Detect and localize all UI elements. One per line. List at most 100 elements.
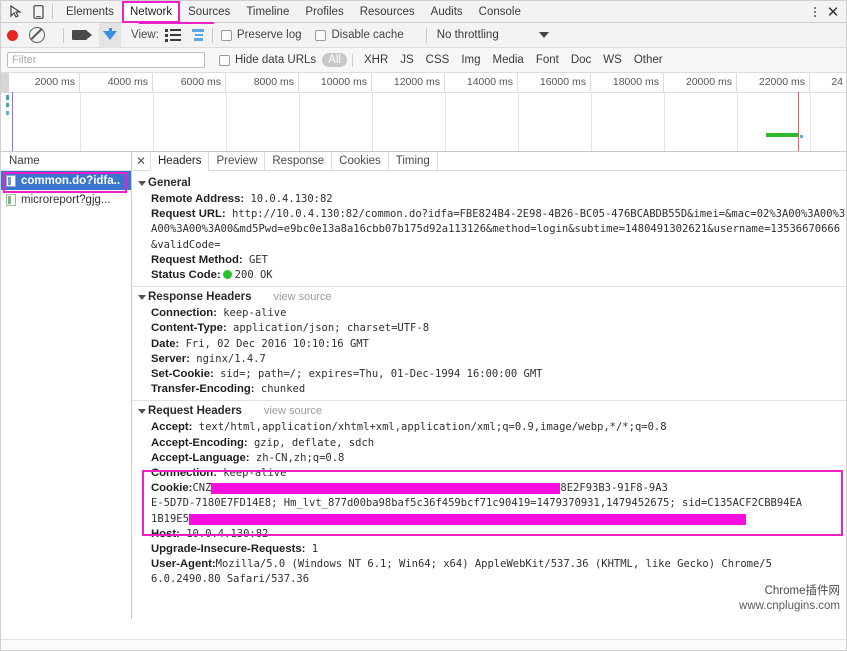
chevron-down-icon[interactable] [538,32,549,38]
device-toolbar-icon[interactable] [27,2,49,22]
row-accept-language: Accept-Language: zh-CN,zh;q=0.8 [132,451,846,466]
tab-timing[interactable]: Timing [389,152,438,171]
overview-request-bar [6,111,9,115]
tab-headers[interactable]: Headers [151,152,210,171]
more-options-icon[interactable] [808,4,822,20]
clear-button[interactable] [29,27,45,43]
disable-cache-label: Disable cache [331,29,404,41]
network-overview[interactable]: 2000 ms 4000 ms 6000 ms 8000 ms 10000 ms… [1,73,846,152]
row-user-agent: User-Agent:Mozilla/5.0 (Windows NT 6.1; … [132,557,846,587]
horizontal-scrollbar[interactable] [1,639,846,650]
header-value: chunked [260,383,306,396]
tab-preview[interactable]: Preview [209,152,266,171]
header-value: zh-CN,zh;q=0.8 [255,451,345,464]
overview-request-bar [800,135,803,138]
filter-type-all[interactable]: All [322,53,347,67]
value-request-url[interactable]: http://10.0.4.130:82/common.do?idfa=FBE8… [151,208,845,250]
tab-timeline[interactable]: Timeline [238,1,297,22]
ruler-tick-label: 20000 ms [685,76,732,88]
filter-type-media[interactable]: Media [487,53,530,67]
tab-sources[interactable]: Sources [180,1,238,22]
tab-cookies[interactable]: Cookies [332,152,389,171]
row-accept-encoding: Accept-Encoding: gzip, deflate, sdch [132,436,846,451]
header-key: Transfer-Encoding: [151,383,255,396]
filter-type-other[interactable]: Other [628,53,669,67]
disable-cache-checkbox[interactable]: Disable cache [315,29,404,41]
filter-type-ws[interactable]: WS [597,53,628,67]
section-response-headers[interactable]: Response Headers view source [132,289,846,306]
tab-label: Timeline [246,5,290,18]
devtools-tabbar: Elements Network Sources Timeline Profil… [1,1,846,23]
filter-button[interactable] [99,22,121,48]
request-detail-pane: ✕ Headers Preview Response Cookies Timin… [132,152,846,619]
watermark-line2: www.cnplugins.com [739,600,840,612]
record-button[interactable] [7,29,18,41]
value-request-method: GET [248,253,268,266]
filter-type-img[interactable]: Img [455,53,486,67]
filter-type-font[interactable]: Font [530,53,565,67]
capture-screenshots-icon[interactable] [72,30,92,40]
throttling-select[interactable]: No throttling [437,29,499,41]
ruler-tick-label: 12000 ms [393,76,440,88]
row-host: Host: 10.0.4.130:82 [132,527,846,542]
view-label: View: [131,29,159,41]
value-status-code: 200 OK [234,269,273,282]
header-value: keep-alive [223,307,287,320]
tab-elements[interactable]: Elements [58,1,122,22]
request-row-common-do[interactable]: common.do?idfa.. [1,171,131,190]
overview-gridline [664,92,665,151]
view-source-link[interactable]: view source [264,404,322,419]
header-key: User-Agent: [151,558,216,571]
chevron-down-icon [138,181,146,186]
toolbar-divider-3 [425,27,427,43]
overview-gridline [518,92,519,151]
waterfall-view-icon[interactable] [191,29,204,41]
tab-response[interactable]: Response [265,152,333,171]
close-detail-icon[interactable]: ✕ [132,152,151,171]
filter-type-js[interactable]: JS [394,53,419,67]
section-general[interactable]: General [132,175,846,192]
key-request-url: Request URL: [151,208,226,221]
filter-type-doc[interactable]: Doc [565,53,597,67]
preserve-log-checkbox[interactable]: Preserve log [220,29,301,41]
view-source-link[interactable]: view source [274,290,332,305]
request-row-microreport[interactable]: microreport?gjg... [1,190,131,209]
list-view-icon[interactable] [164,28,181,42]
ruler-tick-label: 4000 ms [107,76,148,88]
tab-audits[interactable]: Audits [423,1,471,22]
tab-profiles[interactable]: Profiles [297,1,351,22]
checkbox-box [315,29,327,41]
tab-label: Audits [430,5,463,18]
filter-type-xhr[interactable]: XHR [358,53,394,67]
network-main: Name common.do?idfa.. microreport?gjg...… [1,152,846,619]
dom-content-loaded-marker [12,92,14,151]
tab-resources[interactable]: Resources [352,1,423,22]
row-cookie: Cookie:CNZ 8E2F93B3-91F8-9A3 E-5D7D-7180E… [132,481,846,527]
section-title: General [148,176,191,189]
key-status-code: Status Code: [151,269,221,282]
header-key: Cookie: [151,482,193,495]
hide-data-urls-checkbox[interactable]: Hide data URLs [219,54,316,66]
tab-network[interactable]: Network [121,1,181,23]
overview-request-bar [6,103,9,107]
ruler-tick-label: 14000 ms [466,76,513,88]
ruler-tick-label: 10000 ms [320,76,367,88]
overview-gridline [445,92,446,151]
overview-gridline [226,92,227,151]
overview-gridline [80,92,81,151]
header-key: Set-Cookie: [151,368,214,381]
tab-label: Sources [188,5,231,18]
ruler-tick-label: 18000 ms [612,76,659,88]
ruler-tick-label: 2000 ms [34,76,75,88]
ruler-tick-label: 22000 ms [758,76,805,88]
inspect-element-icon[interactable] [5,2,27,22]
panel-tabs: Elements Network Sources Timeline Profil… [58,1,529,23]
row-remote-address: Remote Address: 10.0.4.130:82 [132,192,846,207]
row-status-code: Status Code: 200 OK [132,268,846,283]
section-request-headers[interactable]: Request Headers view source [132,403,846,420]
close-icon[interactable]: ✕ [824,3,842,21]
tab-console[interactable]: Console [471,1,529,22]
funnel-icon [103,27,117,40]
filter-type-css[interactable]: CSS [420,53,456,67]
filter-input[interactable] [7,52,205,68]
